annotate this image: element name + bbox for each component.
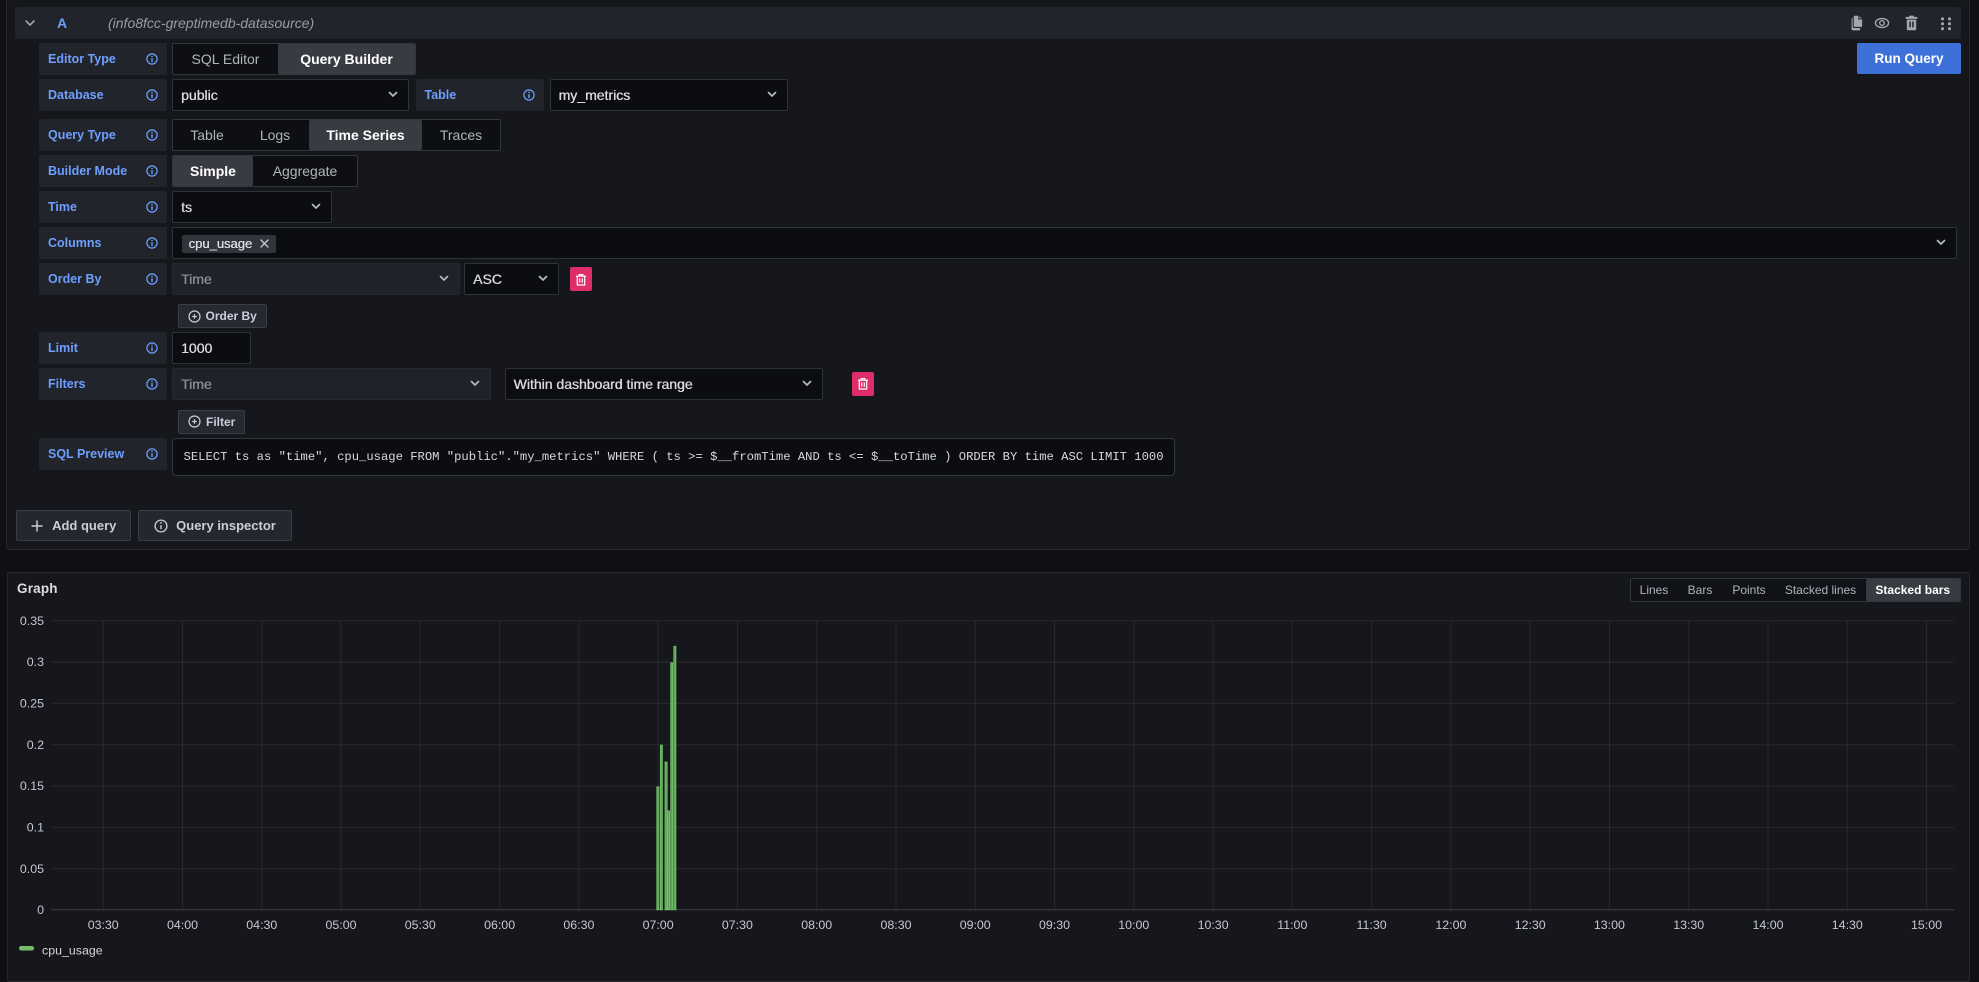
svg-text:0.2: 0.2 (27, 738, 44, 752)
svg-text:0.1: 0.1 (27, 820, 44, 834)
svg-text:12:30: 12:30 (1515, 918, 1546, 932)
svg-text:07:00: 07:00 (643, 918, 674, 932)
svg-text:cpu_usage: cpu_usage (42, 944, 103, 958)
svg-text:05:30: 05:30 (405, 918, 436, 932)
svg-text:04:00: 04:00 (167, 918, 198, 932)
svg-text:05:00: 05:00 (325, 918, 356, 932)
svg-text:12:00: 12:00 (1435, 918, 1466, 932)
svg-text:0: 0 (37, 903, 44, 917)
svg-text:14:00: 14:00 (1752, 918, 1783, 932)
svg-text:0.15: 0.15 (20, 779, 44, 793)
svg-text:10:30: 10:30 (1198, 918, 1229, 932)
svg-text:15:00: 15:00 (1911, 918, 1942, 932)
svg-text:08:30: 08:30 (880, 918, 911, 932)
svg-text:10:00: 10:00 (1118, 918, 1149, 932)
svg-text:03:30: 03:30 (88, 918, 119, 932)
svg-text:06:30: 06:30 (563, 918, 594, 932)
svg-text:0.3: 0.3 (27, 655, 44, 669)
svg-text:13:30: 13:30 (1673, 918, 1704, 932)
svg-text:06:00: 06:00 (484, 918, 515, 932)
svg-text:0.05: 0.05 (20, 862, 44, 876)
svg-text:0.25: 0.25 (20, 696, 44, 710)
svg-text:11:00: 11:00 (1277, 918, 1307, 932)
svg-text:04:30: 04:30 (246, 918, 277, 932)
svg-text:07:30: 07:30 (722, 918, 753, 932)
svg-text:0.35: 0.35 (20, 614, 44, 628)
svg-text:09:30: 09:30 (1039, 918, 1070, 932)
svg-text:14:30: 14:30 (1832, 918, 1863, 932)
svg-text:09:00: 09:00 (960, 918, 991, 932)
svg-text:11:30: 11:30 (1357, 918, 1387, 932)
svg-text:13:00: 13:00 (1594, 918, 1625, 932)
svg-text:08:00: 08:00 (801, 918, 832, 932)
